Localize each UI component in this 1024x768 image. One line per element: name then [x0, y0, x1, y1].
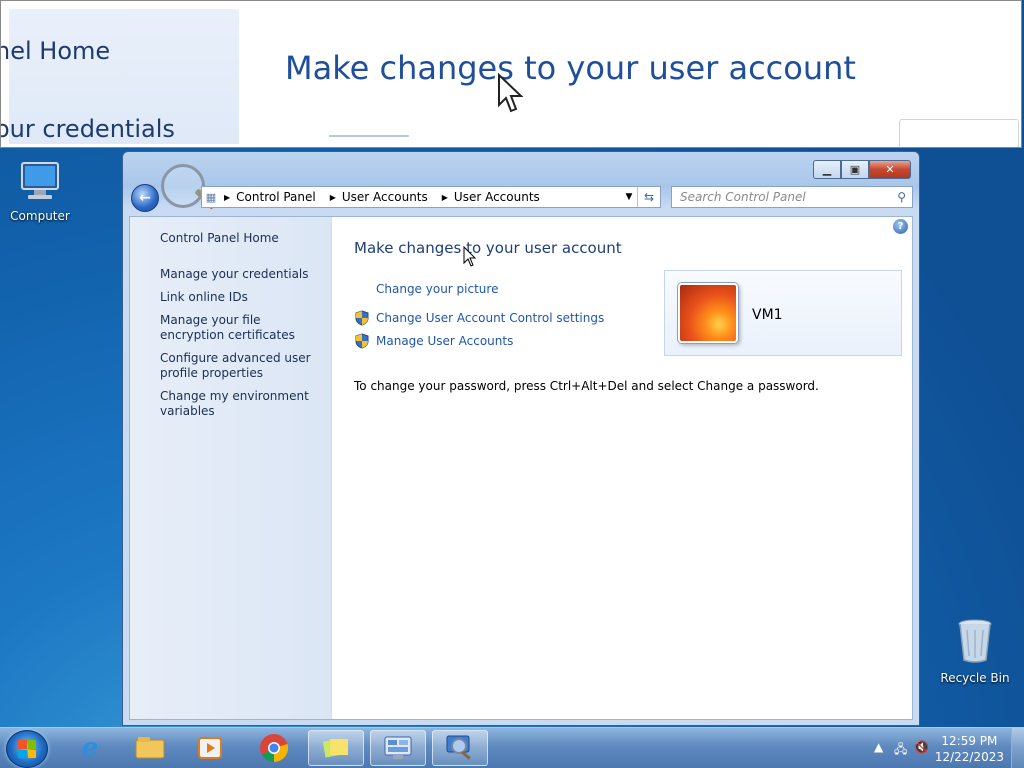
magnified-cursor-icon [498, 73, 524, 113]
address-dropdown-button[interactable]: ▼ [622, 187, 636, 207]
close-button[interactable]: ✕ [869, 160, 911, 179]
link-row-change-picture: Change your picture [354, 277, 604, 300]
uac-shield-icon [355, 309, 369, 326]
task-file-encryption[interactable]: Manage your file encryption certificates [160, 313, 320, 343]
magnifier-icon [446, 735, 471, 760]
back-button[interactable]: ← [131, 184, 159, 212]
maximize-button[interactable]: ▣ [841, 160, 869, 179]
task-list: Manage your credentials Link online IDs … [160, 267, 320, 427]
chrome-icon [260, 734, 289, 763]
taskbar-chrome[interactable] [246, 730, 302, 766]
user-tile: VM1 [664, 270, 902, 356]
sticky-notes-icon [322, 738, 348, 758]
search-placeholder: Search Control Panel [680, 190, 806, 204]
uac-shield-icon [355, 332, 369, 349]
minimize-icon: ▁ [822, 163, 832, 176]
taskbar: e ▲ 🖧 🔇 12:59 PM 12/22/2023 [0, 727, 1024, 768]
user-name: VM1 [752, 307, 783, 323]
content-area: Control Panel Home Manage your credentia… [129, 216, 913, 720]
control-panel-home-link[interactable]: Control Panel Home [160, 231, 279, 245]
main-pane: ? Make changes to your user account Chan… [332, 217, 912, 719]
control-panel-window: ▁ ▣ ✕ ← ▦ ▶ Control Panel ▶ User Accounts … [122, 151, 920, 726]
search-input[interactable]: Search Control Panel ⚲ [671, 186, 913, 208]
breadcrumb-arrow-icon: ▶ [329, 192, 336, 202]
taskbar-control-panel[interactable] [370, 730, 426, 766]
system-tray: ▲ 🖧 🔇 12:59 PM 12/22/2023 [864, 728, 1024, 768]
computer-label: Computer [10, 209, 70, 223]
change-picture-link[interactable]: Change your picture [376, 282, 498, 296]
chevron-down-icon: ▼ [625, 192, 633, 202]
restore-icon: ▣ [849, 163, 861, 176]
caption-buttons: ▁ ▣ ✕ [813, 160, 911, 179]
magnified-home-text: nel Home [0, 37, 111, 65]
folder-icon [135, 737, 165, 759]
magnified-link-fragment [329, 135, 409, 143]
task-link-online-ids[interactable]: Link online IDs [160, 290, 320, 305]
task-manage-credentials[interactable]: Manage your credentials [160, 267, 320, 282]
computer-icon [21, 162, 59, 199]
user-picture[interactable] [678, 283, 738, 343]
page-title: Make changes to your user account [354, 239, 622, 257]
magnified-credentials-text: our credentials [0, 115, 175, 143]
magnifier-glass-icon [161, 164, 205, 208]
magnifier-window: nel Home our credentials Make changes to… [0, 0, 1022, 148]
taskbar-media-player[interactable] [182, 730, 238, 766]
link-row-uac: Change User Account Control settings [354, 306, 604, 329]
show-hidden-icons-button[interactable]: ▲ [874, 740, 883, 754]
breadcrumb-user-accounts-current[interactable]: ▶ User Accounts [438, 190, 540, 204]
control-panel-icon: ▦ [205, 190, 217, 204]
breadcrumb-user-accounts[interactable]: ▶ User Accounts [326, 190, 428, 204]
address-bar[interactable]: ▦ ▶ Control Panel ▶ User Accounts ▶ User Ac… [201, 186, 661, 208]
task-environment-variables[interactable]: Change my environment variables [160, 389, 320, 419]
recycle-bin-icon [958, 619, 992, 663]
clock-time: 12:59 PM [941, 734, 998, 748]
desktop-icon-recycle-bin[interactable]: Recycle Bin [935, 616, 1015, 685]
magnified-user-box-fragment [899, 119, 1019, 147]
task-links: Change your picture Change User Account … [354, 277, 604, 352]
help-icon: ? [897, 221, 904, 232]
breadcrumb-control-panel[interactable]: ▶ Control Panel [220, 190, 316, 204]
taskbar-sticky-notes[interactable] [308, 730, 364, 766]
control-panel-icon [384, 736, 412, 759]
recycle-bin-label: Recycle Bin [940, 671, 1010, 685]
change-uac-settings-link[interactable]: Change User Account Control settings [376, 311, 604, 325]
help-button[interactable]: ? [893, 219, 908, 234]
manage-user-accounts-link[interactable]: Manage User Accounts [376, 334, 513, 348]
breadcrumb-arrow-icon: ▶ [224, 192, 231, 202]
magnified-left-pane: nel Home our credentials [1, 9, 240, 144]
media-player-icon [198, 737, 222, 759]
link-row-manage-accounts: Manage User Accounts [354, 329, 604, 352]
volume-muted-icon[interactable]: 🔇 [914, 740, 929, 754]
minimize-button[interactable]: ▁ [813, 160, 841, 179]
task-pane: Control Panel Home Manage your credentia… [130, 217, 332, 719]
taskbar-file-explorer[interactable] [122, 730, 178, 766]
refresh-button[interactable]: ⇆ [637, 187, 660, 207]
clock-date: 12/22/2023 [934, 750, 1004, 764]
navigation-bar: ← ▦ ▶ Control Panel ▶ User Accounts ▶ User … [131, 164, 913, 212]
desktop-icon-computer[interactable]: Computer [0, 160, 80, 223]
taskbar-magnifier[interactable] [432, 730, 488, 766]
windows-logo-icon [18, 740, 36, 758]
magnified-main-pane: Make changes to your user account [239, 9, 1019, 147]
password-note: To change your password, press Ctrl+Alt+… [354, 379, 819, 393]
show-desktop-button[interactable] [1011, 728, 1024, 768]
close-icon: ✕ [885, 163, 895, 176]
back-arrow-icon: ← [139, 190, 151, 206]
breadcrumb-arrow-icon: ▶ [441, 192, 448, 202]
refresh-icon: ⇆ [643, 190, 655, 204]
start-button[interactable] [6, 730, 48, 768]
search-icon[interactable]: ⚲ [897, 190, 906, 204]
mouse-cursor-icon [463, 246, 477, 267]
task-advanced-profile[interactable]: Configure advanced user profile properti… [160, 351, 320, 381]
taskbar-internet-explorer[interactable]: e [62, 730, 118, 766]
clock[interactable]: 12:59 PM 12/22/2023 [935, 733, 1004, 765]
internet-explorer-icon: e [81, 733, 99, 763]
magnified-title: Make changes to your user account [285, 49, 856, 87]
network-icon[interactable]: 🖧 [894, 740, 907, 761]
